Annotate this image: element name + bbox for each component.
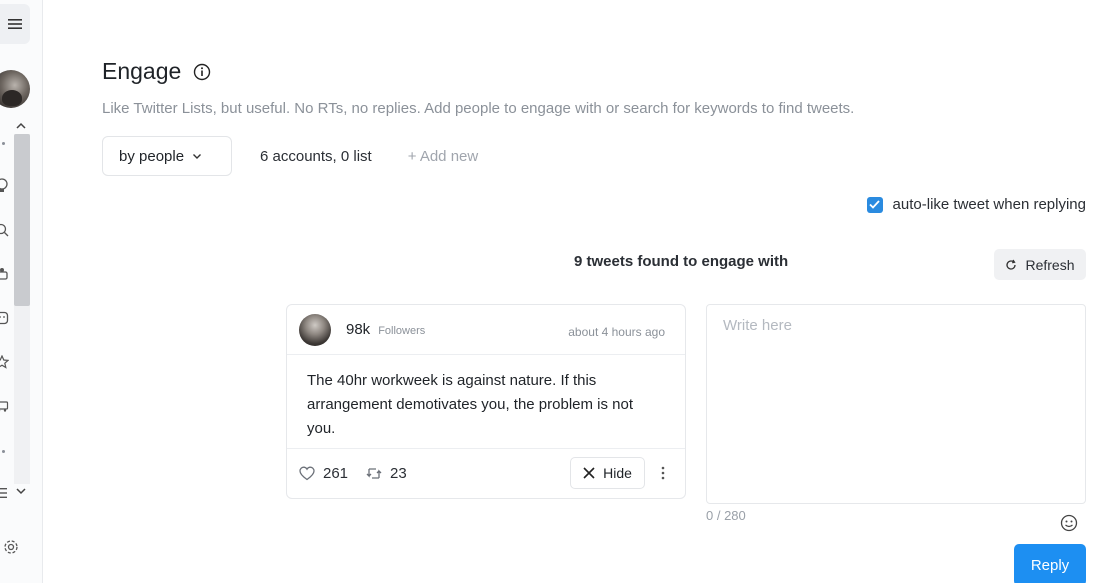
retweet-icon [366,468,382,479]
chevron-up-icon[interactable] [14,118,28,132]
controls-row: by people 6 accounts, 0 list + Add new [102,136,478,176]
filter-dropdown[interactable]: by people [102,136,232,176]
checkmark-icon [869,200,880,209]
truck-icon[interactable] [0,397,11,415]
followers-count: 98k [346,321,371,338]
results-count: 9 tweets found to engage with [574,253,789,270]
search-icon[interactable] [0,221,11,239]
sidebar [0,0,43,583]
tweet-time[interactable]: about 4 hours ago [568,325,665,339]
emoji-icon[interactable] [1060,514,1078,532]
gear-icon[interactable] [2,538,20,556]
retweet-stat[interactable]: 23 [366,465,407,482]
tweet-text: The 40hr workweek is against nature. If … [307,372,634,437]
menu-button[interactable] [0,4,30,44]
hide-label: Hide [603,465,632,481]
reply-button[interactable]: Reply [1014,544,1086,583]
page-title: Engage [102,58,182,84]
chevron-down-icon [193,153,202,159]
refresh-icon [1006,259,1017,270]
refresh-button[interactable]: Refresh [994,249,1086,280]
add-new-link[interactable]: + Add new [408,148,478,165]
filter-dropdown-value: by people [119,147,185,165]
sidebar-dot [2,450,5,453]
star-icon[interactable] [0,353,11,371]
tweet-card: 98k Followers about 4 hours ago The 40hr… [286,304,686,499]
auto-like-option[interactable]: auto-like tweet when replying [866,196,1086,213]
auto-like-checkbox[interactable] [866,196,883,213]
tweet-footer: 261 23 Hide [287,448,685,498]
close-icon [583,467,595,479]
page-subtitle: Like Twitter Lists, but useful. No RTs, … [102,100,855,117]
tweet-header: 98k Followers about 4 hours ago [287,305,685,355]
title-row: Engage [102,58,211,85]
like-count: 261 [323,465,349,482]
list-icon[interactable] [0,484,11,502]
heart-icon [299,466,315,481]
sidebar-scroll-thumb[interactable] [14,134,30,306]
sidebar-dot [2,142,5,145]
followers-label: Followers [378,325,426,337]
auto-like-label: auto-like tweet when replying [892,196,1086,213]
char-counter: 0 / 280 [706,508,746,523]
like-stat[interactable]: 261 [299,465,348,482]
tweet-author-avatar[interactable] [299,313,331,346]
more-options-icon[interactable] [659,463,667,483]
accounts-summary: 6 accounts, 0 list [260,147,372,165]
users-icon[interactable] [0,265,11,283]
retweet-count: 23 [390,465,407,482]
hamburger-icon [8,19,22,29]
smile-icon[interactable] [0,309,11,327]
reply-input[interactable] [706,304,1086,504]
chevron-down-icon[interactable] [14,484,28,498]
refresh-label: Refresh [1025,256,1075,273]
lightbulb-icon[interactable] [0,177,11,195]
hide-button[interactable]: Hide [570,457,645,489]
info-icon[interactable] [193,63,211,81]
user-avatar[interactable] [0,70,30,108]
